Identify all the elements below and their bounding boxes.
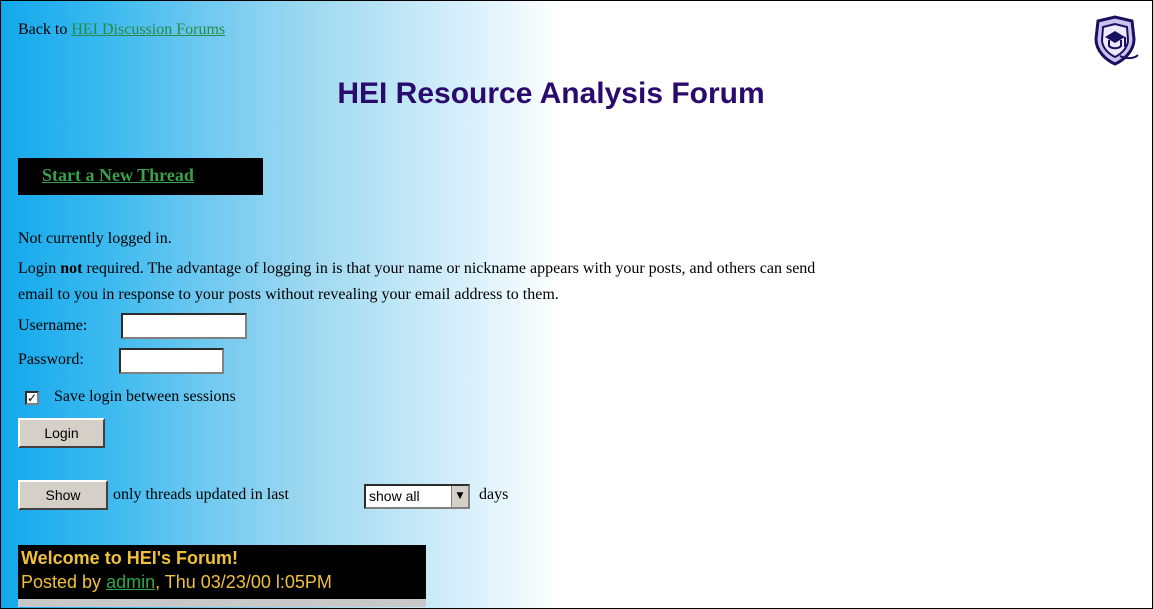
page-frame: Back to HEI Discussion Forums HEI Resour…: [0, 0, 1153, 609]
save-login-label: Save login between sessions: [54, 388, 236, 405]
start-new-thread-link[interactable]: Start a New Thread: [42, 165, 194, 185]
days-select[interactable]: show all ▼: [364, 484, 470, 509]
days-select-value: show all: [369, 488, 420, 504]
username-input[interactable]: [121, 313, 247, 339]
posted-by-label: Posted by: [21, 572, 107, 592]
post-meta: Posted by admin, Thu 03/23/00 l:05PM: [21, 572, 332, 593]
days-label: days: [479, 486, 509, 503]
login-info-text-rest: required. The advantage of logging in is…: [82, 260, 816, 277]
password-input[interactable]: [119, 348, 224, 374]
login-status: Not currently logged in.: [18, 230, 172, 247]
post-date: , Thu 03/23/00 l:05PM: [155, 572, 332, 592]
login-info-line2: email to you in response to your posts w…: [18, 286, 559, 303]
post-author-link[interactable]: admin: [106, 572, 155, 592]
login-button[interactable]: Login: [18, 418, 105, 448]
post-divider: [18, 599, 426, 607]
post-title: Welcome to HEI's Forum!: [21, 548, 238, 568]
back-nav: Back to HEI Discussion Forums: [18, 21, 225, 39]
hei-shield-logo-icon: [1094, 15, 1139, 66]
welcome-post: Welcome to HEI's Forum! Posted by admin,…: [18, 545, 426, 607]
save-login-checkbox[interactable]: ✓: [25, 391, 39, 405]
password-label: Password:: [18, 351, 84, 368]
back-to-forums-link[interactable]: HEI Discussion Forums: [71, 21, 225, 38]
page-title: HEI Resource Analysis Forum: [337, 77, 765, 110]
filter-text: only threads updated in last: [113, 486, 289, 503]
chevron-down-icon[interactable]: ▼: [451, 486, 468, 507]
back-prefix: Back to: [18, 21, 72, 38]
login-info-bold: not: [60, 260, 83, 277]
new-thread-box: Start a New Thread: [18, 158, 263, 195]
username-label: Username:: [18, 317, 88, 334]
login-info-text: Login: [18, 260, 61, 277]
show-button[interactable]: Show: [18, 480, 108, 510]
login-info-line1: Login not required. The advantage of log…: [18, 260, 815, 278]
